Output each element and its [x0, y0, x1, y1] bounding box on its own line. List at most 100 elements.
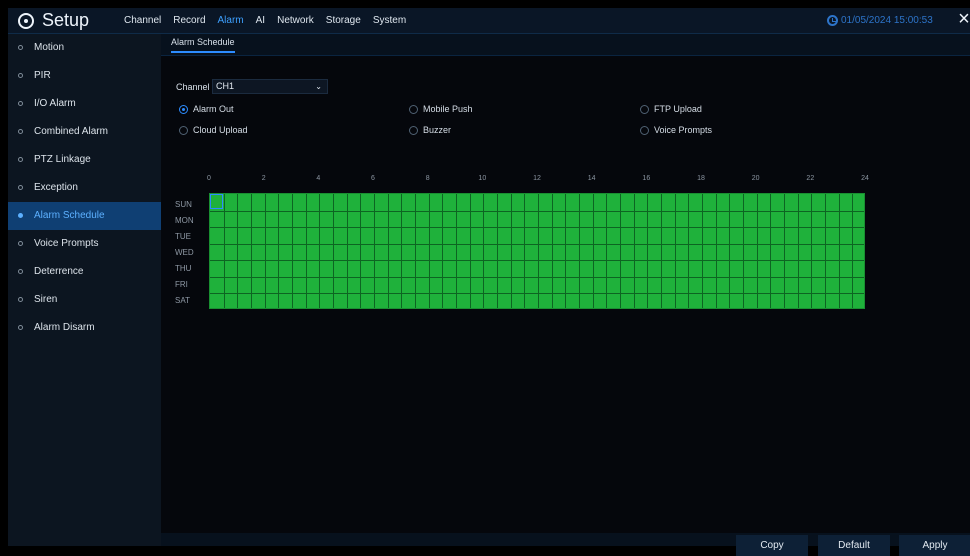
radio-unselected-icon: [640, 125, 649, 135]
tab-bar: Alarm Schedule: [161, 34, 970, 56]
hour-label: 12: [533, 175, 541, 182]
bullet-icon: [18, 297, 23, 302]
hour-label: 10: [478, 175, 487, 182]
option-label: Cloud Upload: [193, 125, 248, 135]
selected-cell-indicator: [210, 194, 223, 209]
menu-storage[interactable]: Storage: [320, 8, 367, 33]
radio-unselected-icon: [640, 104, 649, 114]
datetime-text: 01/05/2024 15:00:53: [841, 14, 933, 26]
tab-alarm-schedule[interactable]: Alarm Schedule: [171, 37, 235, 53]
main-menu: Channel Record Alarm AI Network Storage …: [118, 8, 412, 33]
bullet-icon: [18, 241, 23, 246]
app-title-text: Setup: [42, 10, 90, 30]
sidebar-item-label: Alarm Disarm: [34, 322, 95, 333]
sidebar-item-deterrence[interactable]: Deterrence: [8, 258, 161, 286]
sidebar-item-label: I/O Alarm: [34, 98, 76, 109]
sidebar-item-combined-alarm[interactable]: Combined Alarm: [8, 118, 161, 146]
channel-label: Channel: [176, 82, 210, 92]
option-label: Voice Prompts: [654, 125, 713, 135]
radio-unselected-icon: [179, 125, 188, 135]
clock-icon: [827, 14, 838, 26]
radio-unselected-icon: [409, 104, 418, 114]
day-label: THU: [175, 264, 192, 273]
day-label: SUN: [175, 200, 192, 209]
sidebar-item-motion[interactable]: Motion: [8, 34, 161, 62]
sidebar: Motion PIR I/O Alarm Combined Alarm PTZ …: [8, 34, 161, 546]
day-label: WED: [175, 248, 194, 257]
sidebar-item-pir[interactable]: PIR: [8, 62, 161, 90]
bullet-icon: [18, 45, 23, 50]
option-buzzer[interactable]: Buzzer: [409, 125, 451, 135]
option-label: Alarm Out: [193, 104, 234, 114]
hour-label: 0: [207, 175, 211, 182]
menu-alarm[interactable]: Alarm: [212, 8, 250, 33]
day-labels: SUN MON TUE WED THU FRI SAT: [175, 200, 205, 310]
day-label: TUE: [175, 232, 191, 241]
bullet-icon: [18, 325, 23, 330]
setup-window: Setup Channel Record Alarm AI Network St…: [8, 8, 970, 556]
hour-label: 22: [806, 175, 815, 182]
menu-channel[interactable]: Channel: [118, 8, 167, 33]
schedule-grid-row-line: [210, 276, 864, 278]
day-label: MON: [175, 216, 194, 225]
hour-label: 24: [861, 175, 869, 182]
radio-selected-icon: [179, 104, 188, 114]
hour-label: 20: [751, 175, 760, 182]
option-label: Mobile Push: [423, 104, 473, 114]
bullet-icon: [18, 213, 23, 218]
datetime-display: 01/05/2024 15:00:53: [827, 12, 933, 28]
chevron-down-icon: ⌄: [315, 82, 322, 91]
day-label: FRI: [175, 280, 188, 289]
menu-system[interactable]: System: [367, 8, 412, 33]
app-title: Setup: [18, 10, 89, 31]
bullet-icon: [18, 73, 23, 78]
main-panel: Alarm Schedule Channel CH1 ⌄ Alarm Out M…: [161, 34, 970, 556]
hour-label: 16: [642, 175, 651, 182]
bullet-icon: [18, 157, 23, 162]
schedule-grid[interactable]: [209, 193, 865, 309]
sidebar-item-label: Motion: [34, 42, 65, 53]
option-label: Buzzer: [423, 125, 452, 135]
hour-label: 4: [316, 175, 321, 182]
option-ftp-upload[interactable]: FTP Upload: [640, 104, 702, 114]
radio-unselected-icon: [409, 125, 418, 135]
sidebar-item-label: Alarm Schedule: [34, 210, 105, 221]
sidebar-item-label: Voice Prompts: [34, 238, 99, 249]
bullet-icon: [18, 185, 23, 190]
sidebar-item-alarm-schedule[interactable]: Alarm Schedule: [8, 202, 161, 230]
option-mobile-push[interactable]: Mobile Push: [409, 104, 473, 114]
sidebar-item-label: Siren: [34, 294, 58, 305]
menu-ai[interactable]: AI: [250, 8, 271, 33]
option-voice-prompts[interactable]: Voice Prompts: [640, 125, 712, 135]
bullet-icon: [18, 269, 23, 274]
sidebar-item-exception[interactable]: Exception: [8, 174, 161, 202]
sidebar-item-alarm-disarm[interactable]: Alarm Disarm: [8, 314, 161, 342]
menu-network[interactable]: Network: [271, 8, 320, 33]
sidebar-item-io-alarm[interactable]: I/O Alarm: [8, 90, 161, 118]
option-alarm-out[interactable]: Alarm Out: [179, 104, 234, 114]
close-icon[interactable]: ×: [955, 9, 970, 29]
menu-record[interactable]: Record: [167, 8, 211, 33]
schedule-grid-row-line: [210, 227, 864, 229]
sidebar-item-siren[interactable]: Siren: [8, 286, 161, 314]
sidebar-item-label: Exception: [34, 182, 78, 193]
option-cloud-upload[interactable]: Cloud Upload: [179, 125, 248, 135]
sidebar-item-label: Combined Alarm: [34, 126, 108, 137]
option-label: FTP Upload: [654, 104, 702, 114]
hour-axis: 0 2 4 6 8 10 12 14 16 18 20 22 24: [207, 175, 869, 187]
sidebar-item-voice-prompts[interactable]: Voice Prompts: [8, 230, 161, 258]
hour-label: 14: [587, 175, 596, 182]
channel-value: CH1: [216, 81, 235, 91]
day-label: SAT: [175, 296, 190, 305]
top-bar: Setup Channel Record Alarm AI Network St…: [8, 8, 970, 34]
channel-select[interactable]: CH1 ⌄: [212, 79, 328, 94]
hour-label: 18: [697, 175, 705, 182]
sidebar-item-ptz-linkage[interactable]: PTZ Linkage: [8, 146, 161, 174]
hour-label: 6: [371, 175, 375, 182]
bullet-icon: [18, 101, 23, 106]
hour-label: 8: [425, 175, 430, 182]
schedule-grid-row-line: [210, 210, 864, 212]
schedule-grid-row-line: [210, 293, 864, 295]
sidebar-item-label: PIR: [34, 70, 51, 81]
hour-label: 2: [261, 175, 266, 182]
